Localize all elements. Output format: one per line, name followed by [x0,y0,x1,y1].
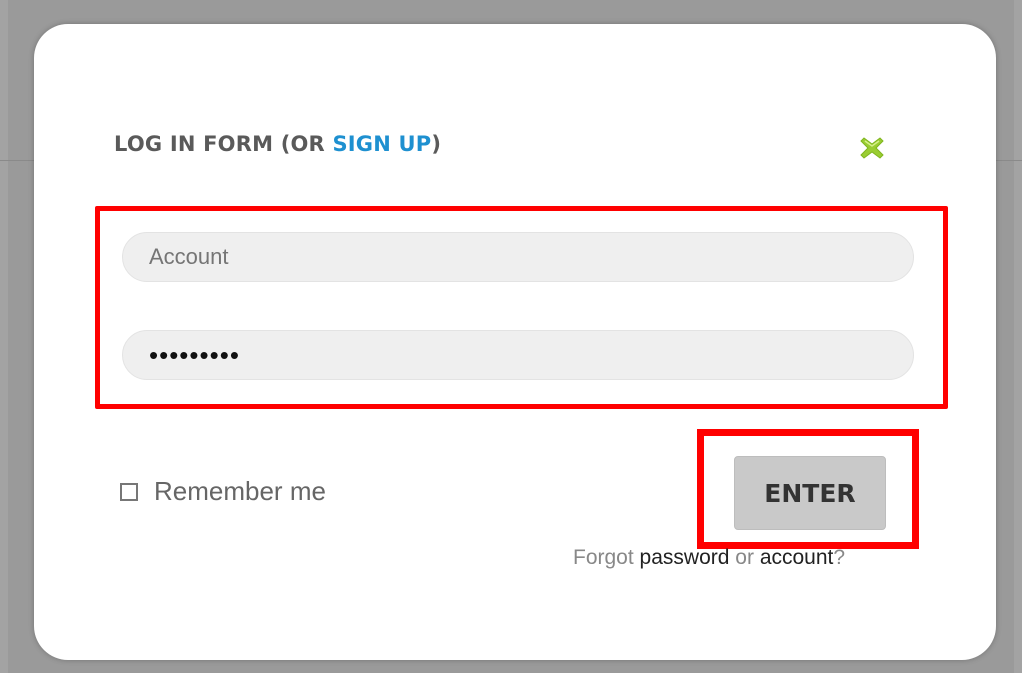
question-mark: ? [833,546,846,569]
password-input[interactable]: ••••••••• [122,330,914,380]
title-prefix: LOG IN FORM (OR [114,132,333,156]
account-input[interactable] [122,232,914,282]
sign-up-link[interactable]: SIGN UP [332,132,431,156]
forgot-account-link[interactable]: account [760,546,834,569]
login-modal: LOG IN FORM (OR SIGN UP) ••••••••• Remem… [34,24,996,660]
remember-me-label: Remember me [154,476,326,506]
or-text: or [735,546,754,569]
forgot-links: Forgot password or account? [573,546,845,570]
form-title: LOG IN FORM (OR SIGN UP) [114,132,441,156]
forgot-password-link[interactable]: password [640,546,730,569]
remember-me-toggle[interactable]: Remember me [120,476,326,507]
title-suffix: ) [431,132,442,156]
enter-button[interactable]: ENTER [734,456,886,530]
remember-me-checkbox[interactable] [120,482,138,501]
forgot-text: Forgot [573,546,634,569]
close-icon[interactable] [858,134,886,162]
